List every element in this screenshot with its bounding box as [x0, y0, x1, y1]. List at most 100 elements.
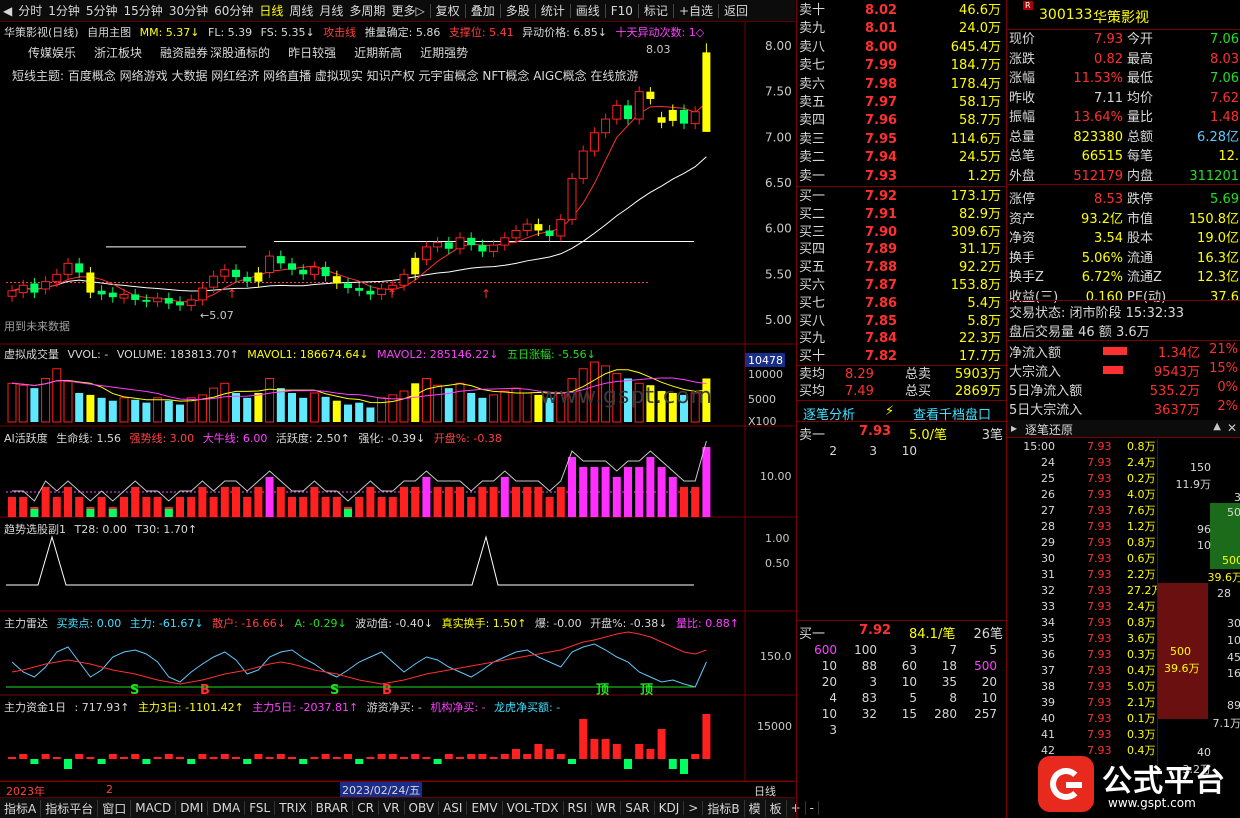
candle[interactable] [197, 282, 207, 306]
tick-row[interactable]: 30 7.93 0.6万 [1007, 551, 1167, 567]
expand-icon[interactable]: ▸ [1011, 421, 1017, 435]
bid-row[interactable]: 买八 7.85 5.8万 [797, 313, 1007, 331]
tick-row[interactable]: 28 7.93 1.2万 [1007, 519, 1167, 535]
indicator-tab-11[interactable]: OBV [405, 801, 440, 815]
bid-row[interactable]: 买一 7.92 173.1万 [797, 188, 1007, 206]
period-tab-7[interactable]: 周线 [286, 2, 316, 19]
ask-row[interactable]: 卖六 7.98 178.4万 [797, 76, 1007, 94]
tick-row[interactable]: 36 7.93 0.3万 [1007, 647, 1167, 663]
ask-row[interactable]: 卖九 8.01 24.0万 [797, 20, 1007, 38]
ask-row[interactable]: 卖七 7.99 184.7万 [797, 57, 1007, 75]
period-tab-10[interactable]: 更多▷ [388, 2, 427, 19]
candle[interactable] [243, 271, 252, 288]
toolbar-action-1[interactable]: 叠加 [468, 2, 498, 19]
indicator-tab-8[interactable]: BRAR [312, 801, 354, 815]
ask-row[interactable]: 卖三 7.95 114.6万 [797, 131, 1007, 149]
chart-area[interactable]: 8.00 7.50 7.00 6.50 6.00 5.50 5.00 8.03 ←5.07 ↑ ↑ ↑… [0, 22, 795, 798]
candle[interactable] [97, 285, 106, 300]
candle[interactable] [567, 172, 577, 226]
candle[interactable] [478, 239, 487, 257]
candle[interactable] [355, 282, 364, 297]
toolbar-action-0[interactable]: 复权 [433, 2, 463, 19]
candle[interactable] [646, 87, 655, 105]
tick-row[interactable]: 15:00 7.93 0.8万 [1007, 439, 1167, 455]
indicator-tab-18[interactable]: KDJ [655, 801, 685, 815]
bid-row[interactable]: 买七 7.86 5.4万 [797, 295, 1007, 313]
tick-row[interactable]: 39 7.93 2.1万 [1007, 695, 1167, 711]
candle[interactable] [265, 250, 275, 278]
period-tab-4[interactable]: 30分钟 [166, 2, 211, 19]
scroll-up-icon[interactable]: ▲ [1213, 421, 1221, 432]
candle[interactable] [455, 232, 465, 255]
toolbar-action-5[interactable]: F10 [608, 4, 636, 18]
candle[interactable] [467, 232, 476, 251]
candle[interactable] [232, 264, 240, 283]
candle[interactable] [209, 270, 219, 293]
indicator-tab-6[interactable]: FSL [245, 801, 276, 815]
bid-row[interactable]: 买三 7.90 309.6万 [797, 224, 1007, 242]
period-tab-8[interactable]: 月线 [316, 2, 346, 19]
indicator-tab-20[interactable]: 指标B [703, 799, 745, 817]
toolbar-action-7[interactable]: +自选 [676, 2, 716, 19]
candle[interactable] [63, 257, 73, 280]
candle[interactable] [186, 294, 196, 311]
candle[interactable] [142, 294, 151, 308]
indicator-tab-14[interactable]: VOL-TDX [503, 801, 564, 815]
candle[interactable] [624, 99, 632, 125]
period-tab-9[interactable]: 多周期 [346, 2, 388, 19]
candle[interactable] [589, 127, 599, 157]
period-tab-2[interactable]: 5分钟 [83, 2, 121, 19]
indicator-tab-0[interactable]: 指标A [0, 799, 42, 817]
indicator-tab-9[interactable]: CR [353, 801, 379, 815]
candle[interactable] [634, 86, 644, 125]
tick-row[interactable]: 26 7.93 4.0万 [1007, 487, 1167, 503]
candle[interactable] [522, 218, 532, 236]
tick-row[interactable]: 34 7.93 0.8万 [1007, 615, 1167, 631]
candle[interactable] [30, 277, 39, 299]
candle[interactable] [433, 236, 443, 253]
close-icon[interactable]: ✕ [1227, 421, 1237, 435]
candle[interactable] [377, 283, 387, 300]
tick-row[interactable]: 37 7.93 0.4万 [1007, 663, 1167, 679]
candle[interactable] [75, 257, 84, 278]
period-tab-5[interactable]: 60分钟 [211, 2, 256, 19]
period-tab-6[interactable]: 日线 [256, 2, 286, 19]
indicator-tab-21[interactable]: 模 [745, 799, 766, 817]
candle[interactable] [411, 252, 420, 280]
candle[interactable] [176, 296, 184, 311]
prev-arrow-icon[interactable]: ◀ [0, 4, 15, 18]
indicator-tab-13[interactable]: EMV [467, 801, 503, 815]
bid-row[interactable]: 买五 7.88 92.2万 [797, 259, 1007, 277]
indicator-tab-5[interactable]: DMA [208, 801, 246, 815]
candle[interactable] [276, 250, 285, 269]
tick-row[interactable]: 38 7.93 5.0万 [1007, 679, 1167, 695]
indicator-tab-17[interactable]: SAR [621, 801, 655, 815]
candle[interactable] [601, 113, 611, 139]
candle[interactable] [86, 267, 95, 299]
candle[interactable] [153, 292, 163, 308]
ask-row[interactable]: 卖一 7.93 1.2万 [797, 168, 1007, 186]
candle[interactable] [164, 292, 173, 310]
tick-row[interactable]: 24 7.93 2.4万 [1007, 455, 1167, 471]
toolbar-action-4[interactable]: 画线 [573, 2, 603, 19]
period-tab-3[interactable]: 15分钟 [121, 2, 166, 19]
candle[interactable] [41, 276, 51, 295]
candle[interactable] [578, 145, 588, 184]
period-tab-1[interactable]: 1分钟 [45, 2, 83, 19]
tick-row[interactable]: 35 7.93 3.6万 [1007, 631, 1167, 647]
indicator-tab-16[interactable]: WR [592, 801, 622, 815]
ask-row[interactable]: 卖二 7.94 24.5万 [797, 149, 1007, 167]
candle[interactable] [254, 267, 263, 288]
candle[interactable] [500, 232, 510, 251]
indicator-tab-7[interactable]: TRIX [275, 801, 312, 815]
indicator-tab-10[interactable]: VR [379, 801, 405, 815]
indicator-tab-22[interactable]: 板 [766, 799, 787, 817]
candle[interactable] [545, 225, 554, 242]
tick-analysis-button[interactable]: 逐笔分析 [803, 404, 855, 423]
toolbar-action-2[interactable]: 多股 [503, 2, 533, 19]
ask-row[interactable]: 卖五 7.97 58.1万 [797, 94, 1007, 112]
indicator-tab-19[interactable]: > [684, 801, 704, 815]
tick-row[interactable]: 29 7.93 0.8万 [1007, 535, 1167, 551]
bid-row[interactable]: 买二 7.91 82.9万 [797, 206, 1007, 224]
tick-row[interactable]: 33 7.93 2.4万 [1007, 599, 1167, 615]
